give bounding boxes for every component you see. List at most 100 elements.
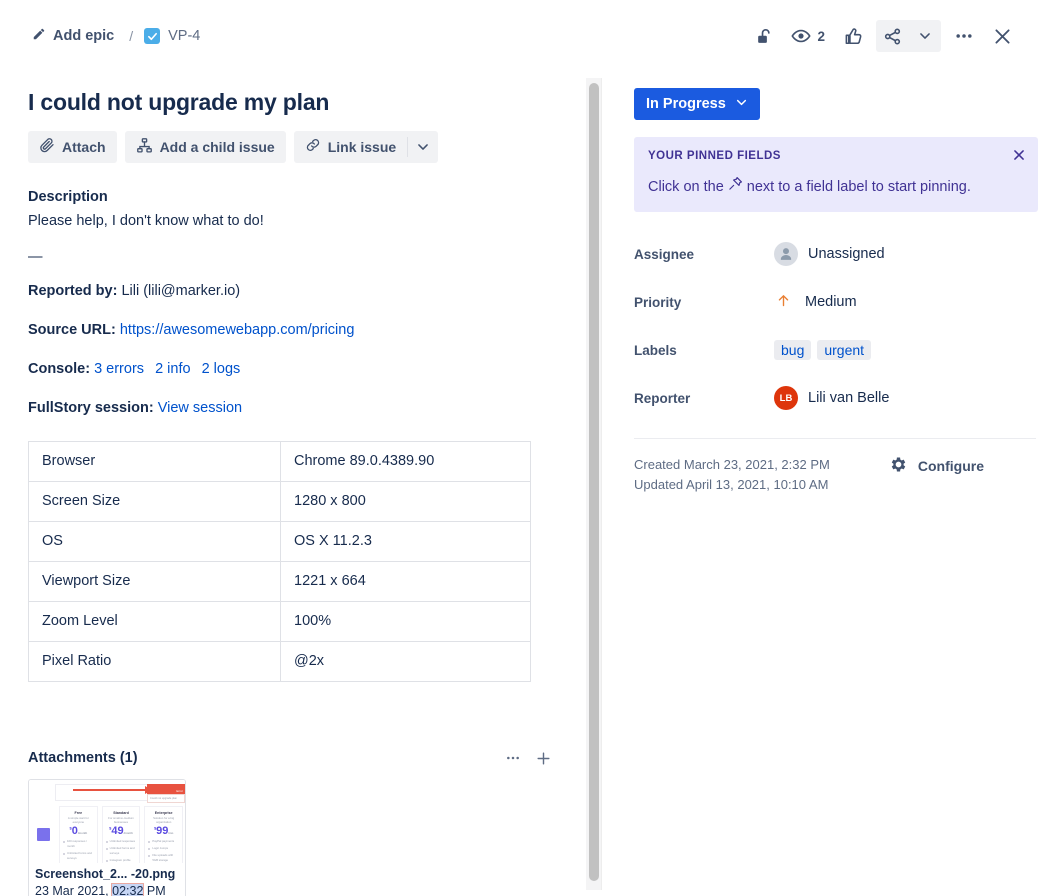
add-attachment-icon[interactable] — [535, 750, 552, 767]
console-info-link[interactable]: 2 info — [155, 361, 190, 377]
environment-table: Browser Chrome 89.0.4389.90 Screen Size … — [28, 441, 531, 682]
pinned-fields-title: YOUR PINNED FIELDS — [648, 150, 1022, 162]
description-heading: Description — [28, 189, 558, 205]
thumbnail-banner-sub: Could not upgrade plan — [148, 795, 184, 802]
reporter-name: Lili van Belle — [808, 390, 889, 406]
thumbs-up-icon[interactable] — [837, 20, 870, 52]
vertical-scrollbar[interactable] — [586, 78, 602, 890]
issue-main-column: I could not upgrade my plan Attach — [0, 72, 586, 896]
avatar: LB — [774, 386, 798, 410]
plan-name: Enterprise — [148, 811, 179, 815]
attachment-card[interactable]: Error Could not upgrade plan Free A simp… — [28, 779, 186, 896]
attachments-header: Attachments (1) — [28, 750, 552, 767]
breadcrumb-issue-link[interactable]: VP-4 — [144, 28, 200, 44]
table-cell-key: Browser — [29, 441, 281, 481]
fullstory-label: FullStory session: — [28, 400, 154, 416]
table-row: Browser Chrome 89.0.4389.90 — [29, 441, 531, 481]
reported-by-line: Reported by: Lili (lili@marker.io) — [28, 281, 558, 302]
table-row: Zoom Level 100% — [29, 601, 531, 641]
pinned-fields-close-icon[interactable] — [1012, 148, 1026, 162]
breadcrumb-separator: / — [127, 28, 135, 44]
field-row-priority: Priority Medium — [634, 278, 1022, 326]
issue-fields-list: Assignee Unassigned Priority — [634, 230, 1022, 422]
table-cell-key: OS — [29, 521, 281, 561]
scrollbar-thumb[interactable] — [589, 83, 599, 881]
watch-button[interactable]: 2 — [785, 20, 833, 52]
plan-feature: 100 responses / month — [63, 839, 94, 849]
link-issue-chevron-down-icon[interactable] — [408, 131, 438, 163]
source-url-line: Source URL: https://awesomewebapp.com/pr… — [28, 320, 558, 341]
console-errors-link[interactable]: 3 errors — [94, 361, 144, 377]
attachment-date-selected: 02:32 — [112, 884, 143, 896]
plan-period: /mo — [168, 831, 173, 835]
add-child-issue-label: Add a child issue — [160, 139, 275, 155]
pinned-fields-panel: YOUR PINNED FIELDS Click on the next to … — [634, 137, 1038, 212]
reporter-value[interactable]: LB Lili van Belle — [774, 386, 889, 410]
table-cell-key: Zoom Level — [29, 601, 281, 641]
table-cell-value: OS X 11.2.3 — [281, 521, 531, 561]
source-url-link[interactable]: https://awesomewebapp.com/pricing — [120, 322, 355, 338]
field-row-assignee: Assignee Unassigned — [634, 230, 1022, 278]
divider — [634, 438, 1036, 439]
add-epic-label: Add epic — [53, 28, 114, 44]
table-cell-key: Viewport Size — [29, 561, 281, 601]
created-date: Created March 23, 2021, 2:32 PM — [634, 455, 830, 475]
attachment-date-prefix: 23 Mar 2021, — [35, 884, 112, 896]
console-logs-link[interactable]: 2 logs — [202, 361, 241, 377]
close-icon[interactable] — [985, 20, 1020, 52]
thumbnail-annotation-arrow-icon — [73, 789, 151, 791]
watch-count: 2 — [817, 29, 825, 44]
plan-price: $0/month — [63, 826, 94, 837]
attach-label: Attach — [62, 139, 106, 155]
user-avatar-icon — [774, 242, 798, 266]
pinned-instruction-after: next to a field label to start pinning. — [747, 177, 971, 197]
issue-dates: Created March 23, 2021, 2:32 PM Updated … — [634, 455, 830, 495]
thumbnail-marker-square — [37, 828, 50, 841]
attachment-filename: Screenshot_2... -20.png — [35, 867, 179, 883]
link-issue-label: Link issue — [328, 139, 396, 155]
table-cell-key: Pixel Ratio — [29, 641, 281, 681]
plan-sub: Solution for a big organization — [148, 816, 179, 824]
plan-feature: File uploads with 5GB storage — [148, 853, 179, 863]
labels-value: bug urgent — [774, 340, 871, 360]
label-chip[interactable]: urgent — [817, 340, 871, 360]
attachment-date: 23 Mar 2021, 02:32 PM — [35, 883, 179, 896]
fullstory-session-link[interactable]: View session — [158, 400, 242, 416]
table-cell-value: Chrome 89.0.4389.90 — [281, 441, 531, 481]
field-row-labels: Labels bug urgent — [634, 326, 1022, 374]
plan-name: Free — [63, 811, 94, 815]
console-label: Console: — [28, 361, 90, 377]
attachments-more-options-icon[interactable] — [505, 750, 521, 766]
console-links: 3 errors 2 info 2 logs — [94, 361, 247, 377]
table-row: Viewport Size 1221 x 664 — [29, 561, 531, 601]
unlock-icon[interactable] — [748, 20, 781, 52]
attachments-header-actions — [505, 750, 552, 767]
field-label: Labels — [634, 343, 774, 358]
pinned-instruction-before: Click on the — [648, 177, 724, 197]
add-epic-button[interactable]: Add epic — [28, 24, 118, 48]
child-issue-icon — [136, 137, 153, 157]
status-dropdown-button[interactable]: In Progress — [634, 88, 760, 120]
plan-feature: Unlimited forms and surveys — [63, 851, 94, 861]
top-bar: Add epic / VP-4 — [0, 0, 1038, 72]
configure-button[interactable]: Configure — [889, 455, 984, 477]
pin-icon — [728, 176, 743, 197]
plan-feature: PayPal payments — [148, 839, 179, 844]
add-child-issue-button[interactable]: Add a child issue — [125, 131, 286, 163]
attachment-caption: Screenshot_2... -20.png 23 Mar 2021, 02:… — [29, 863, 185, 896]
link-icon — [305, 137, 321, 156]
updated-date: Updated April 13, 2021, 10:10 AM — [634, 475, 830, 495]
priority-value[interactable]: Medium — [774, 292, 857, 313]
more-options-icon[interactable] — [947, 20, 981, 52]
attach-button[interactable]: Attach — [28, 131, 117, 163]
issue-detail-page: Add epic / VP-4 — [0, 0, 1038, 896]
share-chevron-down-icon[interactable] — [909, 20, 941, 52]
plan-price: $49/month — [106, 826, 137, 837]
assignee-value[interactable]: Unassigned — [774, 242, 885, 266]
label-chip[interactable]: bug — [774, 340, 811, 360]
thumbnail-error-subtext: Could not upgrade plan — [147, 794, 185, 803]
share-icon[interactable] — [876, 20, 909, 52]
attachments-heading: Attachments (1) — [28, 750, 138, 766]
link-issue-button[interactable]: Link issue — [294, 131, 407, 163]
issue-key-label: VP-4 — [168, 28, 200, 44]
